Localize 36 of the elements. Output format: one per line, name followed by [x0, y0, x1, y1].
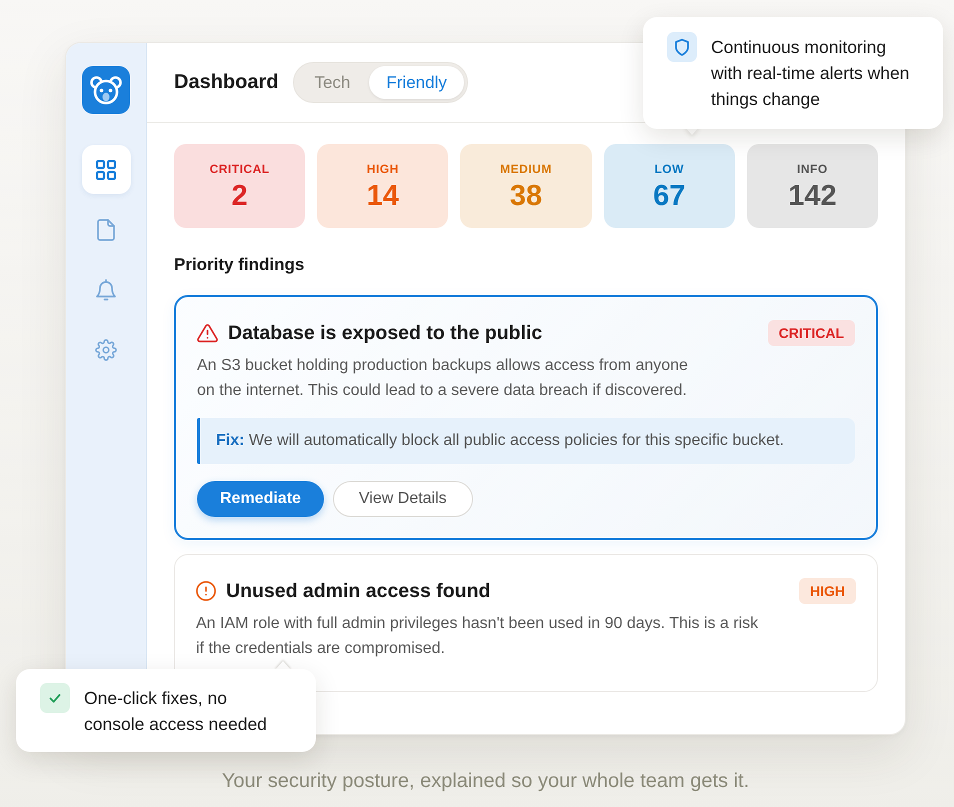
grid-icon [96, 160, 116, 180]
settings-icon [95, 338, 117, 360]
check-icon [40, 683, 70, 713]
finding-description: An IAM role with full admin privileges hasn't been used in 90 days. This is a risk if the credentials are compromised. [196, 614, 760, 659]
severity-count: 2 [232, 180, 248, 212]
severity-label: INFO [797, 160, 828, 176]
finding-title: Unused admin access found [226, 579, 490, 604]
callout-text: Continuous monitoring with real-time alerts when things change [711, 36, 910, 111]
bell-icon [96, 278, 116, 300]
bear-logo-icon [82, 66, 130, 114]
severity-count: 142 [788, 180, 837, 212]
toggle-tab[interactable]: Tech [297, 66, 368, 99]
primary-button[interactable]: Remediate [197, 481, 324, 517]
finding-description: An S3 bucket holding production backups allows access from anyone on the internet. This could lead to a severe data breach if discovered. [197, 356, 689, 401]
secondary-button[interactable]: View Details [332, 481, 473, 517]
severity-label: CRITICAL [210, 160, 270, 176]
severity-label: LOW [654, 160, 684, 176]
alert-circle-icon [196, 581, 216, 601]
finding-title: Database is exposed to the public [228, 321, 542, 346]
shield-icon [667, 32, 697, 62]
section-title: Priority findings [174, 254, 306, 276]
nav-button[interactable] [82, 145, 130, 194]
severity-count: 38 [510, 180, 542, 212]
severity-label: HIGH [366, 160, 399, 176]
fix-note: Fix: We will automatically block all public access policies for this specific bucket. [197, 418, 855, 464]
tagline: Your security posture, explained so your whole team gets it. [220, 769, 750, 794]
severity-badge: HIGH [799, 578, 856, 604]
document-icon [97, 218, 115, 240]
severity-count: 14 [366, 180, 399, 212]
severity-badge: CRITICAL [768, 320, 855, 346]
page-title: Dashboard [174, 71, 278, 94]
callout-text: One-click fixes, no console access needed [84, 687, 268, 736]
severity-label: MEDIUM [500, 160, 552, 176]
severity-count: 67 [653, 180, 686, 212]
toggle-tab[interactable]: Friendly [369, 66, 464, 99]
warning-icon [197, 324, 218, 342]
